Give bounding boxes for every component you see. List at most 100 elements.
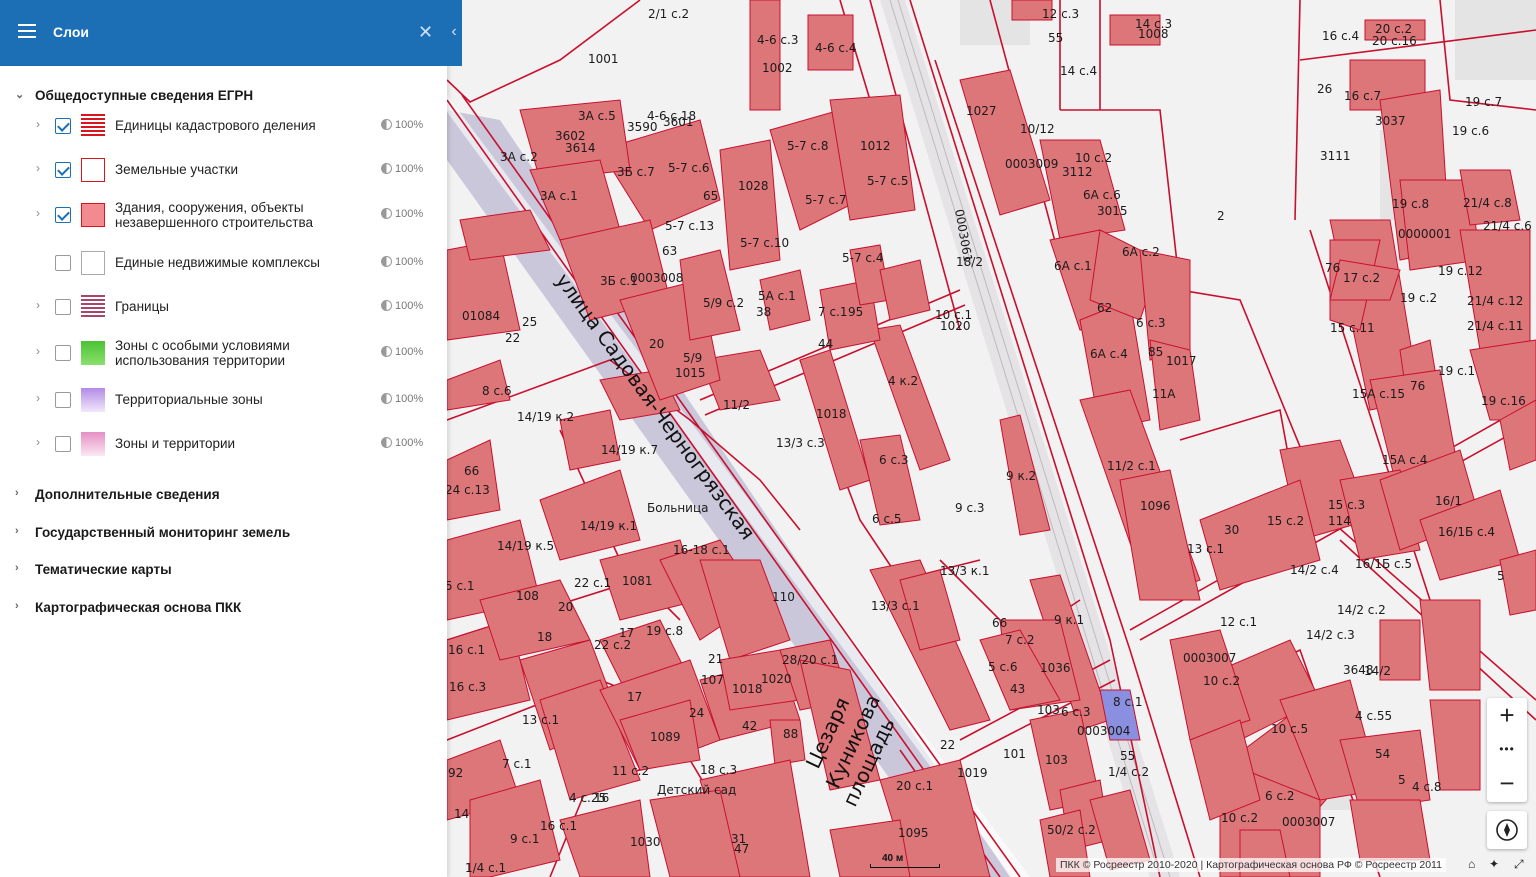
layer-checkbox[interactable]: [55, 436, 71, 452]
map-number-label: 18/2: [956, 255, 983, 269]
map-number-label: 14/2 с.3: [1306, 628, 1355, 642]
map-number-label: 16: [594, 791, 609, 805]
close-icon[interactable]: ✕: [418, 22, 434, 42]
zoom-in-button[interactable]: +: [1487, 698, 1527, 732]
opacity-value: 100%: [395, 256, 424, 268]
map-number-label: 3А с.2: [500, 150, 538, 164]
map-number-label: 3Б с.7: [617, 165, 655, 179]
more-button[interactable]: •••: [1487, 732, 1527, 766]
chevron-right-icon[interactable]: ›: [36, 344, 40, 358]
map-number-label: 15 с.2: [1267, 514, 1304, 528]
map-number-label: 10 с.2: [1075, 151, 1112, 165]
map-number-label: 9 с.3: [955, 501, 985, 515]
layer-checkbox[interactable]: [55, 299, 71, 315]
map-number-label: 8 с.1: [1113, 695, 1143, 709]
layer-checkbox[interactable]: [55, 207, 71, 223]
chevron-right-icon[interactable]: ›: [36, 298, 40, 312]
opacity-control[interactable]: 100%: [381, 346, 423, 358]
chevron-right-icon[interactable]: ›: [36, 206, 40, 220]
map-number-label: 1017: [1166, 354, 1197, 368]
block-code: 0003004: [1077, 724, 1130, 738]
opacity-icon: [381, 163, 392, 174]
layer-row[interactable]: › Зоны с особыми условиями использования …: [0, 333, 447, 373]
map-number-label: 54: [1375, 747, 1390, 761]
opacity-control[interactable]: 100%: [381, 208, 423, 220]
map-number-label: 22 с.2: [594, 638, 631, 652]
chevron-right-icon[interactable]: ›: [36, 391, 40, 405]
map-number-label: 65: [703, 189, 718, 203]
layer-checkbox[interactable]: [55, 392, 71, 408]
layer-row[interactable]: › Единицы кадастрового деления 100%: [0, 106, 447, 146]
map-number-label: 15 с.11: [1330, 321, 1375, 335]
map-number-label: 4-6 с.4: [815, 41, 856, 55]
opacity-control[interactable]: 100%: [381, 163, 423, 175]
map-number-label: 19 с.8: [1392, 197, 1429, 211]
layer-row[interactable]: Единые недвижимые комплексы 100%: [0, 243, 447, 283]
panel-header: Слои ✕ ‹: [0, 0, 462, 66]
map-number-label: 10 с.5: [1271, 722, 1308, 736]
locate-icon[interactable]: ✦: [1489, 857, 1499, 871]
opacity-icon: [381, 256, 392, 267]
section-title: Тематические карты: [35, 562, 172, 577]
map-number-label: 15А с.4: [1382, 453, 1427, 467]
home-icon[interactable]: ⌂: [1468, 857, 1475, 871]
opacity-control[interactable]: 100%: [381, 119, 423, 131]
map-number-label: 11/2 с.1: [1107, 459, 1156, 473]
map-number-label: 16-18 с.1: [673, 543, 730, 557]
layers-panel: Слои ✕ ‹ ⌄ Общедоступные сведения ЕГРН ›…: [0, 0, 462, 877]
map-number-label: 50/2 с.2: [1047, 823, 1096, 837]
opacity-control[interactable]: 100%: [381, 393, 423, 405]
chevron-right-icon[interactable]: ›: [36, 435, 40, 449]
chevron-right-icon: ›: [15, 600, 19, 612]
opacity-control[interactable]: 100%: [381, 300, 423, 312]
layer-checkbox[interactable]: [55, 255, 71, 271]
layer-legend-swatch: [81, 203, 105, 227]
compass-button[interactable]: [1487, 811, 1527, 849]
opacity-control[interactable]: 100%: [381, 256, 423, 268]
map-number-label: 1028: [738, 179, 769, 193]
layer-legend-swatch: [81, 388, 105, 412]
layer-row[interactable]: › Зоны и территории 100%: [0, 424, 447, 464]
map-number-label: 5 с.6: [988, 660, 1018, 674]
scale-bar: 40 м: [870, 853, 940, 868]
map-number-label: 6 с.3: [879, 453, 909, 467]
opacity-icon: [381, 393, 392, 404]
map-number-label: 13 с.1: [522, 713, 559, 727]
chevron-right-icon[interactable]: ›: [36, 117, 40, 131]
layer-row[interactable]: › Здания, сооружения, объекты незавершенн…: [0, 195, 447, 235]
map-number-label: 24 с.13: [445, 483, 490, 497]
panel-title: Слои: [53, 24, 89, 40]
opacity-icon: [381, 300, 392, 311]
map-number-label: 3015: [1097, 204, 1128, 218]
layer-checkbox[interactable]: [55, 345, 71, 361]
map-number-label: 14/19 к.7: [601, 443, 658, 457]
map-number-label: 1012: [860, 139, 891, 153]
opacity-control[interactable]: 100%: [381, 437, 423, 449]
zoom-out-button[interactable]: −: [1487, 766, 1527, 800]
map-number-label: 2: [1217, 209, 1225, 223]
layer-row[interactable]: › Территориальные зоны 100%: [0, 380, 447, 420]
block-code: 0003007: [1282, 815, 1335, 829]
layer-checkbox[interactable]: [55, 162, 71, 178]
collapse-panel-icon[interactable]: ‹: [447, 22, 461, 42]
layer-row[interactable]: › Границы 100%: [0, 287, 447, 327]
fullscreen-icon[interactable]: ⤢: [1514, 857, 1524, 872]
chevron-right-icon[interactable]: ›: [36, 161, 40, 175]
map-number-label: 1018: [816, 407, 847, 421]
map-number-label: 19 с.16: [1481, 394, 1526, 408]
map-number-label: 1/4 с.2: [1108, 765, 1149, 779]
map-number-label: 16/1Б с.4: [1438, 525, 1495, 539]
map-number-label: 21: [708, 652, 723, 666]
menu-icon[interactable]: [18, 24, 36, 38]
map-number-label: 11/2: [723, 398, 750, 412]
layer-name: Единицы кадастрового деления: [115, 118, 316, 133]
map-number-label: 20: [558, 600, 573, 614]
layer-row[interactable]: › Земельные участки 100%: [0, 150, 447, 190]
map-number-label: 20 с.16: [1372, 34, 1417, 48]
map-number-label: 16 с.1: [540, 819, 577, 833]
map-number-label: 108: [516, 589, 539, 603]
map-number-label: 4-6 с.3: [757, 33, 798, 47]
layer-checkbox[interactable]: [55, 118, 71, 134]
map-number-label: 13/3 с.1: [871, 599, 920, 613]
map-number-label: 38: [756, 305, 771, 319]
